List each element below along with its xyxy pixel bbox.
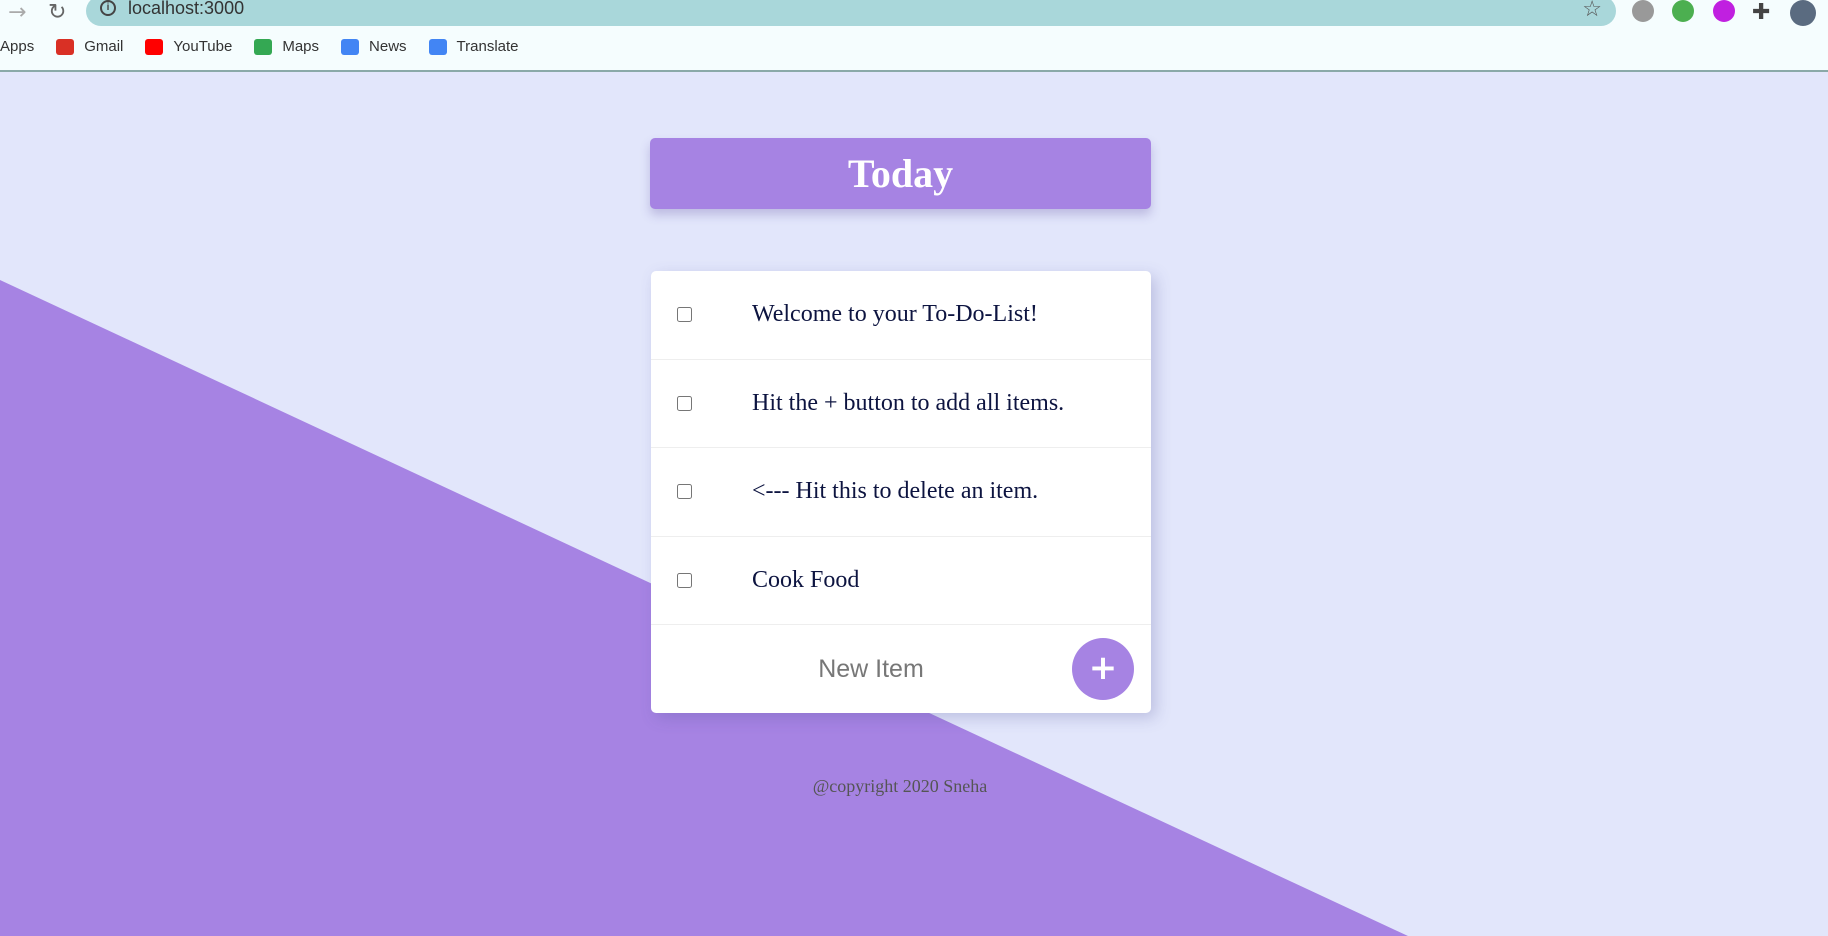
bookmark-youtube[interactable]: YouTube — [145, 38, 232, 55]
list-item: <--- Hit this to delete an item. — [651, 448, 1151, 537]
translate-icon — [428, 38, 447, 55]
item-text: Welcome to your To-Do-List! — [752, 301, 1038, 328]
bookmark-label: Translate — [456, 38, 519, 55]
todo-card: Welcome to your To-Do-List! Hit the + bu… — [651, 271, 1151, 713]
bug-extension-icon[interactable] — [1632, 0, 1654, 22]
profile-avatar[interactable] — [1790, 0, 1816, 26]
bookmark-label: News — [369, 38, 407, 55]
bookmark-star-icon[interactable]: ☆ — [1582, 0, 1602, 22]
reload-icon[interactable]: ↻ — [48, 0, 66, 25]
bookmark-label: YouTube — [173, 38, 233, 55]
footer-copyright: @copyright 2020 Sneha — [812, 776, 988, 796]
gmail-icon — [56, 38, 75, 55]
item-checkbox[interactable] — [677, 484, 692, 500]
news-icon — [341, 38, 360, 55]
list-item: Welcome to your To-Do-List! — [651, 271, 1151, 360]
browser-toolbar: → ↻ i localhost:3000 ☆ ✚ Apps Gmail YouT… — [0, 0, 1828, 72]
item-checkbox[interactable] — [677, 395, 692, 411]
new-item-row: New Item + — [651, 625, 1151, 713]
maps-icon — [254, 38, 273, 55]
purple-extension-icon[interactable] — [1713, 0, 1735, 22]
item-text: Hit the + button to add all items. — [752, 389, 1065, 416]
list-title-box: Today — [650, 138, 1151, 209]
item-checkbox[interactable] — [677, 572, 692, 588]
list-item: Hit the + button to add all items. — [651, 360, 1151, 448]
list-item: Cook Food — [651, 537, 1151, 625]
forward-icon[interactable]: → — [8, 0, 26, 25]
bookmark-translate[interactable]: Translate — [428, 38, 519, 55]
address-bar[interactable]: i localhost:3000 ☆ — [86, 0, 1616, 26]
puzzle-extensions-icon[interactable]: ✚ — [1752, 0, 1770, 25]
bookmark-gmail[interactable]: Gmail — [56, 38, 123, 55]
bookmark-maps[interactable]: Maps — [254, 38, 319, 55]
bookmark-label: Gmail — [84, 38, 124, 55]
bookmark-label: Maps — [282, 38, 320, 55]
bookmark-label: Apps — [0, 38, 35, 55]
bookmarks-bar: Apps Gmail YouTube Maps News Translate — [0, 38, 541, 55]
new-item-input[interactable]: New Item — [651, 625, 1091, 713]
info-icon[interactable]: i — [100, 0, 116, 16]
item-checkbox[interactable] — [677, 307, 692, 323]
youtube-icon — [145, 38, 164, 55]
html-extension-icon[interactable] — [1672, 0, 1694, 22]
item-text: Cook Food — [752, 566, 860, 593]
add-item-button[interactable]: + — [1072, 638, 1134, 700]
bookmark-news[interactable]: News — [341, 38, 407, 55]
item-text: <--- Hit this to delete an item. — [752, 478, 1039, 505]
bookmark-apps[interactable]: Apps — [0, 38, 34, 55]
url-text: localhost:3000 — [128, 0, 245, 18]
list-title: Today — [847, 151, 954, 196]
